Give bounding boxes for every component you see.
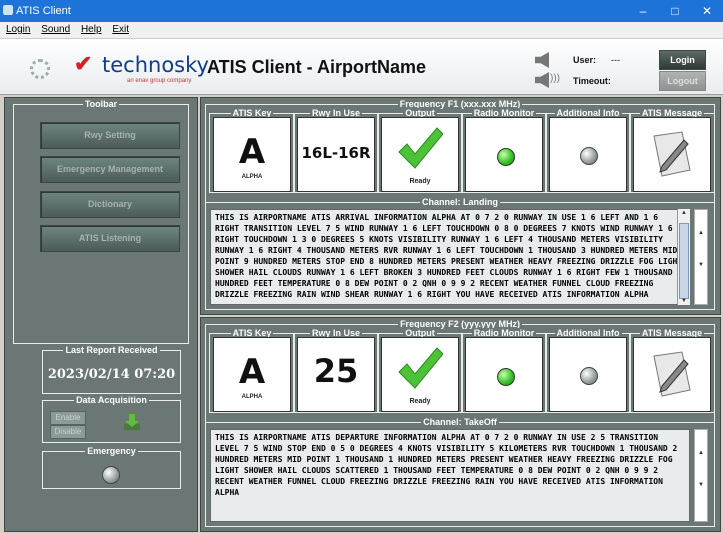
- f1-output-card: Ready: [381, 117, 459, 192]
- f1-outer-scrollbar[interactable]: ▲ ▼: [694, 209, 708, 305]
- f1-text-scrollbar[interactable]: ▲ ▼: [677, 209, 690, 305]
- page-title: ATIS Client - AirportName: [207, 57, 427, 77]
- last-report-value: 2023/02/14 07:20: [47, 367, 176, 382]
- f2-rwy-value: 25: [313, 352, 359, 390]
- f2-atis-key-card: A ALPHA: [213, 337, 291, 412]
- user-value: ---: [611, 55, 620, 65]
- logo-text: technosky: [102, 53, 209, 77]
- window-title: ATIS Client: [16, 5, 71, 17]
- logout-button[interactable]: Logout: [659, 71, 706, 91]
- f2-radio-frame: Radio Monitor: [461, 328, 547, 413]
- rwy-setting-button[interactable]: Rwy Setting: [40, 122, 180, 149]
- additional-info-led: [580, 367, 598, 385]
- emergency-management-button[interactable]: Emergency Management: [40, 156, 180, 183]
- f1-output-status: Ready: [409, 178, 431, 185]
- menu-help[interactable]: Help: [79, 22, 104, 37]
- dictionary-button[interactable]: Dictionary: [40, 191, 180, 218]
- f1-radio-card: [465, 117, 543, 192]
- frequency-f2-panel: Frequency F2 (yyy.yyy MHz) ATIS Key A AL…: [200, 317, 721, 532]
- speaker-icon[interactable]: [535, 72, 549, 88]
- f2-atis-key-frame: ATIS Key A ALPHA: [209, 328, 295, 413]
- data-acquisition-group: Data Acquisition Enable Disable: [42, 395, 181, 443]
- sound-waves-icon: ))): [550, 73, 560, 84]
- f2-output-status: Ready: [409, 398, 431, 405]
- download-icon[interactable]: [123, 413, 141, 431]
- speaker-muted-icon[interactable]: [535, 52, 549, 68]
- f2-info-frame: Additional Info: [545, 328, 631, 413]
- f2-rwy-frame: Rwy In Use 25: [293, 328, 379, 413]
- f2-rwy-card: 25: [297, 337, 375, 412]
- f2-info-card: [549, 337, 627, 412]
- f1-atis-key-frame: ATIS Key A ALPHA: [209, 108, 295, 193]
- f1-info-frame: Additional Info: [545, 108, 631, 193]
- last-report-group: Last Report Received 2023/02/14 07:20: [42, 345, 181, 394]
- f1-rwy-card: 16L-16R: [297, 117, 375, 192]
- menu-exit[interactable]: Exit: [110, 22, 131, 37]
- checkmark-icon: [398, 127, 443, 169]
- app-icon: [3, 5, 13, 15]
- frequency-f1-panel: Frequency F1 (xxx.xxx MHz) ATIS Key A AL…: [200, 97, 721, 315]
- f1-channel-frame: Channel: Landing THIS IS AIRPORTNAME ATI…: [205, 197, 715, 310]
- f2-channel-label: Channel: TakeOff: [421, 417, 499, 427]
- f1-atis-text: THIS IS AIRPORTNAME ATIS ARRIVAL INFORMA…: [210, 209, 690, 305]
- atis-listening-button[interactable]: ATIS Listening: [40, 225, 180, 252]
- header: ✔ technosky an enav group company ATIS C…: [0, 39, 723, 95]
- f2-output-card: Ready: [381, 337, 459, 412]
- emergency-indicator-led: [102, 466, 120, 484]
- menu-login[interactable]: Login: [4, 22, 32, 37]
- maximize-button[interactable]: □: [660, 2, 690, 20]
- f1-output-frame: Output Ready: [377, 108, 463, 193]
- disable-button[interactable]: Disable: [50, 425, 86, 439]
- user-label: User:: [573, 55, 597, 65]
- edit-message-icon[interactable]: [650, 130, 694, 178]
- f1-atis-key: A: [238, 132, 266, 172]
- f1-channel-label: Channel: Landing: [420, 197, 500, 207]
- f2-msg-frame: ATIS Message: [629, 328, 715, 413]
- close-button[interactable]: ✕: [692, 2, 722, 20]
- f1-msg-frame: ATIS Message: [629, 108, 715, 193]
- menu-bar: Login Sound Help Exit: [0, 22, 723, 39]
- f2-atis-text: THIS IS AIRPORTNAME ATIS DEPARTURE INFOR…: [210, 429, 690, 522]
- emergency-label: Emergency: [85, 446, 138, 456]
- login-button[interactable]: Login: [659, 50, 706, 70]
- f1-info-card: [549, 117, 627, 192]
- data-acquisition-label: Data Acquisition: [74, 395, 149, 405]
- enable-button[interactable]: Enable: [50, 411, 86, 425]
- title-bar: ATIS Client – □ ✕: [0, 0, 723, 22]
- last-report-label: Last Report Received: [63, 345, 160, 355]
- f2-msg-card[interactable]: [633, 337, 711, 412]
- menu-sound[interactable]: Sound: [39, 22, 72, 37]
- radio-monitor-green-led: [497, 148, 515, 166]
- f1-atis-key-card: A ALPHA: [213, 117, 291, 192]
- radio-monitor-green-led: [497, 368, 515, 386]
- toolbar-label: Toolbar: [82, 99, 120, 109]
- f2-atis-key: A: [238, 352, 266, 392]
- f1-radio-frame: Radio Monitor: [461, 108, 547, 193]
- emergency-group: Emergency: [42, 446, 181, 489]
- f1-rwy-frame: Rwy In Use 16L-16R: [293, 108, 379, 193]
- loading-spinner-icon: [30, 59, 50, 79]
- technosky-logo-icon: ✔: [74, 51, 93, 76]
- f1-msg-card[interactable]: [633, 117, 711, 192]
- f1-rwy-value: 16L-16R: [301, 144, 371, 162]
- f2-channel-frame: Channel: TakeOff THIS IS AIRPORTNAME ATI…: [205, 417, 715, 527]
- timeout-label: Timeout:: [573, 76, 611, 86]
- f2-atis-word: ALPHA: [241, 394, 263, 400]
- f1-atis-word: ALPHA: [241, 174, 263, 180]
- checkmark-icon: [398, 347, 443, 389]
- f2-radio-card: [465, 337, 543, 412]
- edit-message-icon[interactable]: [650, 350, 694, 398]
- left-panel: Toolbar Rwy Setting Emergency Management…: [4, 97, 198, 532]
- f2-outer-scrollbar[interactable]: ▲ ▼: [694, 429, 708, 522]
- minimize-button[interactable]: –: [628, 2, 658, 20]
- logo-subtitle: an enav group company: [127, 78, 192, 84]
- f2-output-frame: Output Ready: [377, 328, 463, 413]
- additional-info-led: [580, 147, 598, 165]
